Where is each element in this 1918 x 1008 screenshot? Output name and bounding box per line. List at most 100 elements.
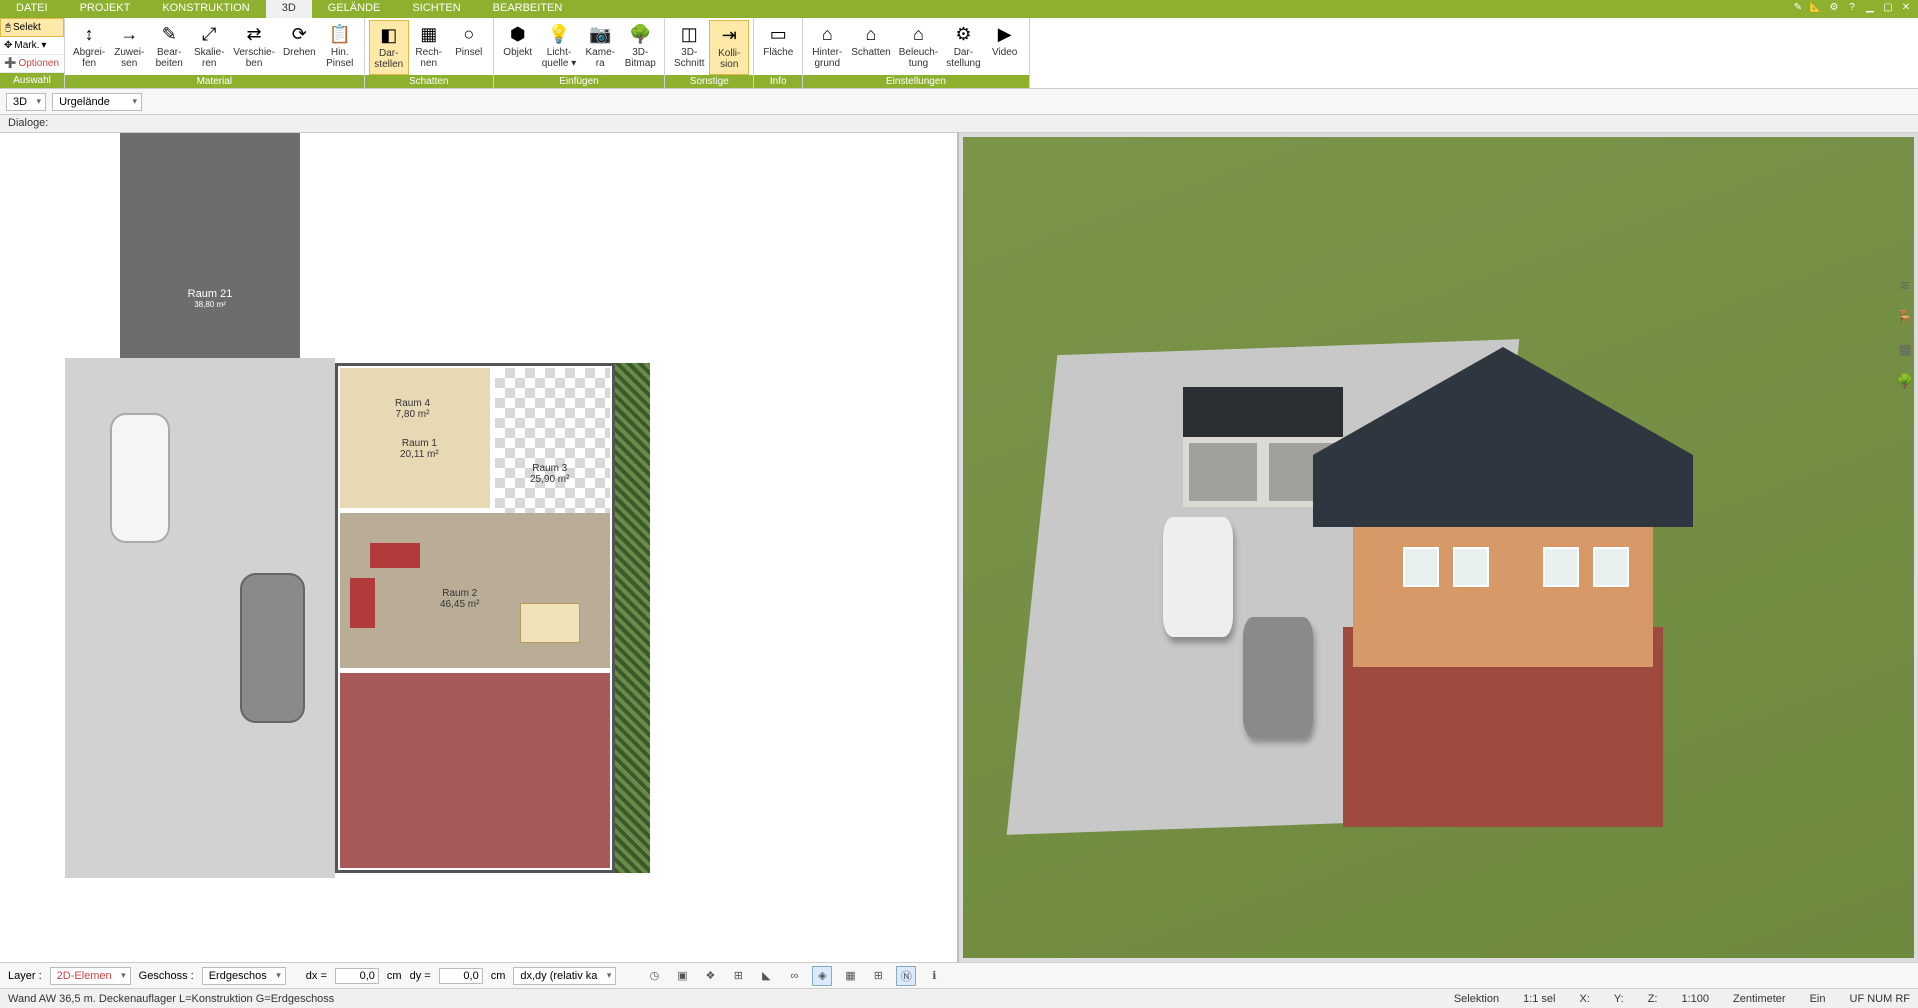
ribbon-label: Licht- quelle ▾	[542, 47, 577, 69]
bottom-toolbar: Layer : 2D-Elemen Geschoss : Erdgeschos …	[0, 962, 1918, 988]
layers-toggle-icon[interactable]: ❖	[700, 966, 720, 986]
menu-bar: DATEI PROJEKT KONSTRUKTION 3D GELÄNDE SI…	[0, 0, 1918, 18]
layers-icon[interactable]: ≋	[1894, 274, 1916, 296]
ribbon-btn-0-4[interactable]: ⇄Verschie- ben	[229, 20, 279, 75]
status-y: Y:	[1614, 993, 1624, 1005]
screen-icon[interactable]: ▣	[672, 966, 692, 986]
ribbon-label: Zuwei- sen	[114, 47, 144, 69]
snap-icon[interactable]: ⊞	[728, 966, 748, 986]
ribbon-group-sonstige: ◫3D- Schnitt⇥Kolli- sionSonstige	[665, 18, 754, 88]
ribbon-title: Material	[65, 75, 364, 88]
ribbon-label: Beleuch- tung	[899, 47, 938, 69]
help-icon[interactable]: ?	[1844, 0, 1860, 14]
status-z: Z:	[1648, 993, 1658, 1005]
tab-konstruktion[interactable]: KONSTRUKTION	[146, 0, 265, 18]
ribbon-btn-2-1[interactable]: 💡Licht- quelle ▾	[538, 20, 581, 75]
ribbon-title: Info	[754, 75, 802, 88]
ribbon-btn-1-1[interactable]: ▦Rech- nen	[409, 20, 449, 75]
ribbon-btn-2-0[interactable]: ⬢Objekt	[498, 20, 538, 75]
coord-mode-combo[interactable]: dx,dy (relativ ka	[513, 967, 616, 985]
ribbon-label: Fläche	[763, 47, 793, 58]
car-grey-3d[interactable]	[1243, 617, 1313, 737]
ribbon-btn-1-2[interactable]: ○Pinsel	[449, 20, 489, 75]
dy-input[interactable]	[439, 968, 483, 984]
tree-icon[interactable]: 🌳	[1894, 370, 1916, 392]
ribbon-btn-0-5[interactable]: ⟳Drehen	[279, 20, 320, 75]
ribbon-btn-5-4[interactable]: ▶Video	[985, 20, 1025, 75]
ribbon-label: Pinsel	[455, 47, 482, 58]
grid-icon[interactable]: ▦	[840, 966, 860, 986]
view-mode-combo[interactable]: 3D	[6, 93, 46, 111]
ribbon-btn-5-1[interactable]: ⌂Schatten	[847, 20, 894, 75]
info-icon[interactable]: ℹ	[924, 966, 944, 986]
gear-icon[interactable]: ⚙	[1826, 0, 1842, 14]
grid2-icon[interactable]: ⊞	[868, 966, 888, 986]
ribbon-btn-2-2[interactable]: 📷Kame- ra	[580, 20, 620, 75]
mark-button[interactable]: ✥Mark. ▾	[0, 37, 64, 55]
ribbon-label: Hin. Pinsel	[326, 47, 353, 69]
ribbon-icon: ⇥	[717, 23, 741, 47]
ribbon-label: 3D- Schnitt	[674, 47, 705, 69]
car-grey-2d[interactable]	[240, 573, 305, 723]
floorplan-view[interactable]: Raum 21 38,80 m² Raum 47,80 m² Raum 120,…	[0, 133, 959, 962]
ribbon-label: 3D- Bitmap	[625, 47, 656, 69]
status-uf: UF NUM RF	[1850, 993, 1911, 1005]
room-21[interactable]: Raum 21 38,80 m²	[120, 133, 300, 363]
ribbon-btn-5-0[interactable]: ⌂Hinter- grund	[807, 20, 847, 75]
dx-input[interactable]	[335, 968, 379, 984]
ribbon-btn-0-1[interactable]: →Zuwei- sen	[109, 20, 149, 75]
tab-bearbeiten[interactable]: BEARBEITEN	[477, 0, 579, 18]
ribbon-icon: ⚙	[951, 22, 975, 46]
ribbon-btn-0-2[interactable]: ✎Bear- beiten	[149, 20, 189, 75]
hedge	[615, 363, 650, 873]
ribbon-btn-3-1[interactable]: ⇥Kolli- sion	[709, 20, 749, 75]
n-toggle[interactable]: Ⓝ	[896, 966, 916, 986]
ribbon-btn-0-3[interactable]: ⤢Skalie- ren	[189, 20, 229, 75]
car-white-2d[interactable]	[110, 413, 170, 543]
tab-gelaende[interactable]: GELÄNDE	[312, 0, 397, 18]
ribbon-btn-5-2[interactable]: ⌂Beleuch- tung	[895, 20, 942, 75]
ribbon: 🖰Selekt ✥Mark. ▾ ➕Optionen Auswahl ↕Abgr…	[0, 18, 1918, 89]
link-icon[interactable]: ∞	[784, 966, 804, 986]
ribbon-icon: ✎	[157, 22, 181, 46]
ribbon-icon: ◫	[677, 22, 701, 46]
ribbon-btn-4-0[interactable]: ▭Fläche	[758, 20, 798, 75]
terrain-layer-combo[interactable]: Urgelände	[52, 93, 142, 111]
ruler-icon[interactable]: 📐	[1808, 0, 1824, 14]
select-button[interactable]: 🖰Selekt	[0, 18, 64, 37]
tab-3d[interactable]: 3D	[266, 0, 312, 18]
chair-icon[interactable]: 🪑	[1894, 306, 1916, 328]
car-white-3d[interactable]	[1163, 517, 1233, 637]
pencil-icon[interactable]: ✎	[1790, 0, 1806, 14]
tab-datei[interactable]: DATEI	[0, 0, 64, 18]
maximize-icon[interactable]: ▢	[1880, 0, 1896, 14]
ribbon-btn-1-0[interactable]: ◧Dar- stellen	[369, 20, 409, 75]
clock-icon[interactable]: ◷	[644, 966, 664, 986]
angle-icon[interactable]: ◣	[756, 966, 776, 986]
ribbon-icon: ◧	[377, 23, 401, 47]
ribbon-label: Drehen	[283, 47, 316, 58]
ribbon-btn-0-0[interactable]: ↕Abgrei- fen	[69, 20, 109, 75]
status-unit: Zentimeter	[1733, 993, 1786, 1005]
layer-combo[interactable]: 2D-Elemen	[50, 967, 131, 985]
minimize-icon[interactable]: ▁	[1862, 0, 1878, 14]
grid-snap-icon[interactable]: ◈	[812, 966, 832, 986]
tab-projekt[interactable]: PROJEKT	[64, 0, 147, 18]
house-3d[interactable]	[1333, 347, 1673, 727]
close-icon[interactable]: ✕	[1898, 0, 1914, 14]
3d-view[interactable]	[963, 137, 1914, 958]
options-button[interactable]: ➕Optionen	[0, 55, 64, 73]
geschoss-combo[interactable]: Erdgeschos	[202, 967, 286, 985]
ribbon-btn-0-6[interactable]: 📋Hin. Pinsel	[320, 20, 360, 75]
ribbon-label: Rech- nen	[415, 47, 442, 69]
ribbon-btn-5-3[interactable]: ⚙Dar- stellung	[942, 20, 984, 75]
ribbon-title: Schatten	[365, 75, 493, 88]
ribbon-icon: ⌂	[859, 22, 883, 46]
ribbon-label: Kame- ra	[586, 47, 615, 69]
palette-icon[interactable]: ▦	[1894, 338, 1916, 360]
ribbon-icon: ⌂	[906, 22, 930, 46]
ribbon-icon: ○	[457, 22, 481, 46]
ribbon-btn-3-0[interactable]: ◫3D- Schnitt	[669, 20, 709, 75]
ribbon-btn-2-3[interactable]: 🌳3D- Bitmap	[620, 20, 660, 75]
tab-sichten[interactable]: SICHTEN	[396, 0, 476, 18]
